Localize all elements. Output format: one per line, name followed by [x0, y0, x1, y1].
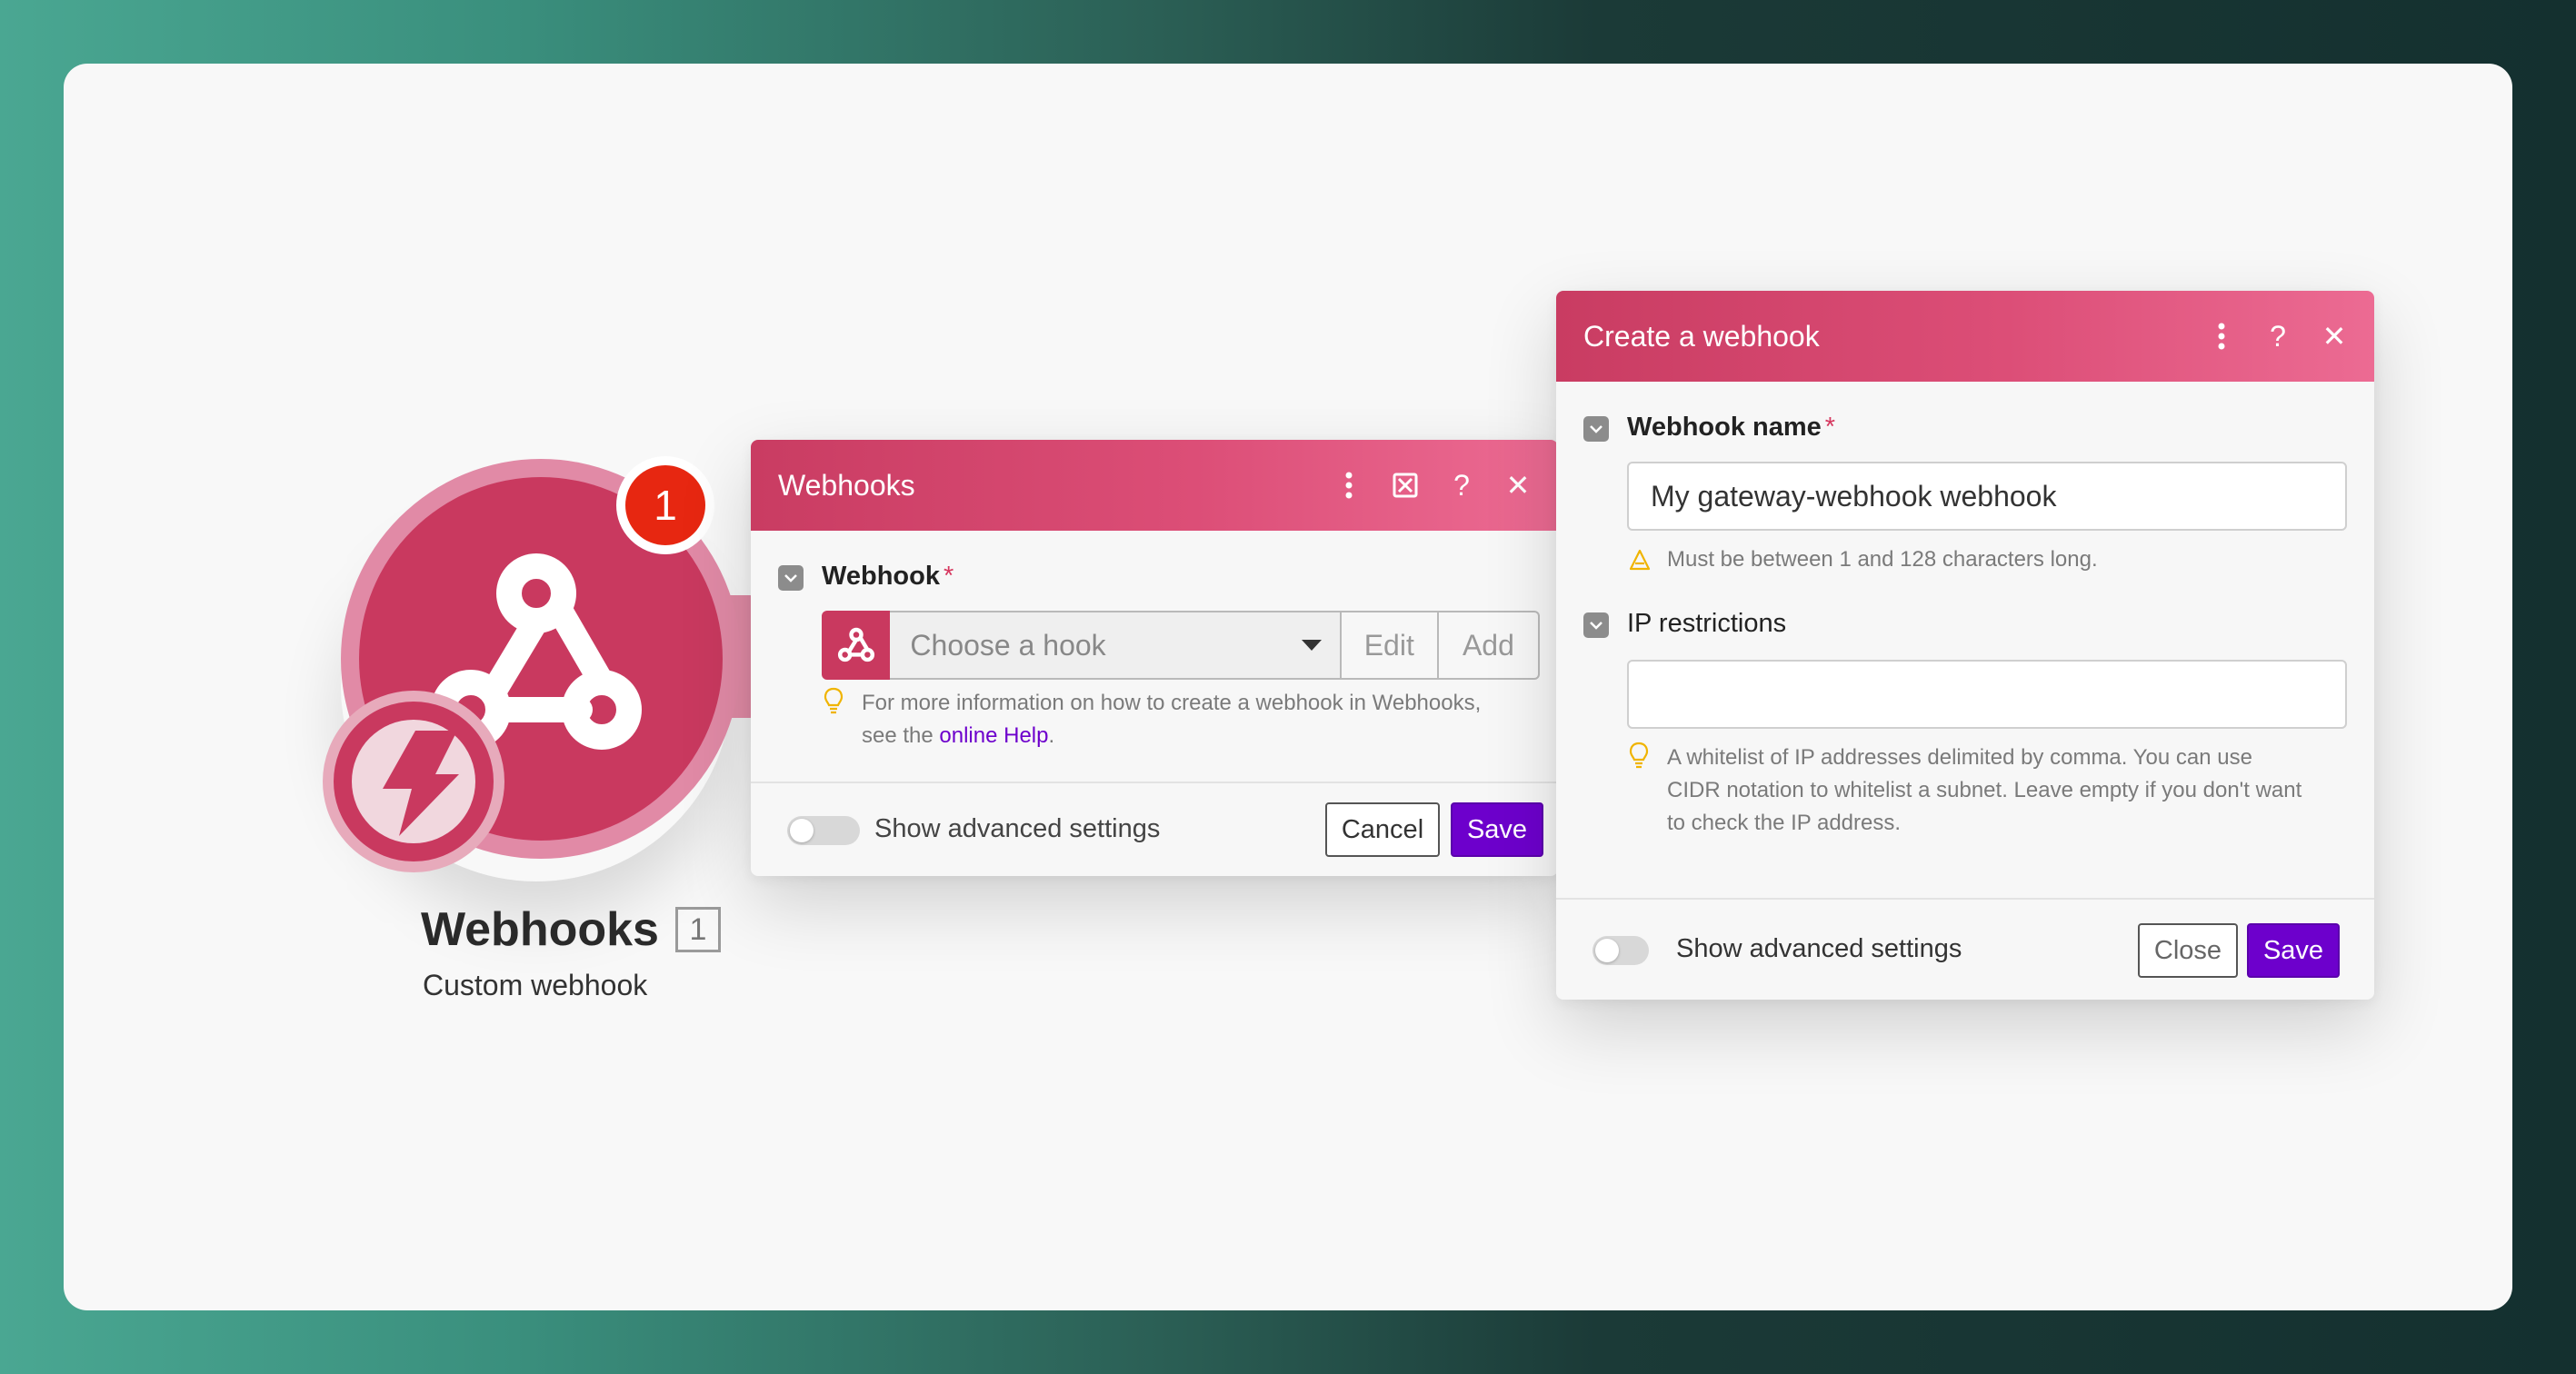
hook-select[interactable]: Choose a hook	[890, 611, 1342, 680]
save-button[interactable]: Save	[2247, 923, 2340, 978]
dialog-header: Webhooks ? ✕	[751, 440, 1558, 531]
webhook-name-input[interactable]: My gateway-webhook webhook	[1627, 462, 2347, 531]
lightbulb-icon	[1629, 742, 1649, 769]
close-button[interactable]: Close	[2138, 923, 2238, 978]
webhook-hint: For more information on how to create a …	[862, 691, 1482, 748]
ip-restrictions-input[interactable]	[1627, 660, 2347, 729]
notification-badge: 1	[616, 456, 714, 554]
webhook-field-label: Webhook *	[822, 562, 954, 591]
footer-divider	[1556, 898, 2374, 900]
webhooks-dialog: Webhooks ? ✕ Webhook * Choose a hook Edi…	[751, 440, 1558, 876]
module-subtitle: Custom webhook	[423, 969, 648, 1001]
collapse-toggle-icon[interactable]	[1583, 612, 1609, 638]
create-webhook-dialog: Create a webhook ? ✕ Webhook name * My ga…	[1556, 291, 2374, 1000]
maximize-icon[interactable]	[1391, 471, 1420, 500]
toggle-knob	[790, 819, 814, 842]
lightbulb-icon	[824, 687, 844, 714]
module-id-box: 1	[675, 907, 721, 952]
hook-select-placeholder: Choose a hook	[910, 628, 1106, 662]
ip-restrictions-label: IP restrictions	[1627, 609, 1787, 638]
advanced-settings-label: Show advanced settings	[874, 814, 1161, 843]
collapse-toggle-icon[interactable]	[778, 565, 804, 591]
webhook-name-label: Webhook name *	[1627, 413, 1836, 442]
online-help-link[interactable]: online Help	[939, 723, 1048, 748]
warning-icon	[1629, 549, 1651, 571]
chevron-down-icon	[1301, 640, 1322, 651]
module-title: Webhooks	[421, 903, 659, 956]
add-hook-button[interactable]: Add	[1438, 611, 1540, 680]
dialog-title: Create a webhook	[1583, 319, 1820, 353]
toggle-knob	[1595, 939, 1619, 962]
more-options-icon[interactable]	[1334, 471, 1363, 500]
footer-divider	[751, 782, 1558, 783]
edit-hook-button[interactable]: Edit	[1341, 611, 1439, 680]
instant-trigger-badge	[323, 691, 504, 872]
more-options-icon[interactable]	[2207, 322, 2236, 351]
webhook-name-hint: Must be between 1 and 128 characters lon…	[1667, 547, 2098, 572]
help-icon[interactable]: ?	[2263, 320, 2292, 353]
advanced-settings-toggle[interactable]	[787, 816, 860, 845]
ip-restrictions-hint: A whitelist of IP addresses delimited by…	[1667, 745, 2302, 835]
dialog-header: Create a webhook ? ✕	[1556, 291, 2374, 382]
help-icon[interactable]: ?	[1447, 469, 1476, 502]
dialog-title: Webhooks	[778, 468, 915, 502]
advanced-settings-toggle[interactable]	[1593, 936, 1649, 965]
webhook-select-group: Choose a hook Edit Add	[822, 611, 1540, 680]
save-button[interactable]: Save	[1451, 802, 1543, 857]
close-icon[interactable]: ✕	[2320, 320, 2349, 353]
close-icon[interactable]: ✕	[1503, 469, 1533, 502]
lightning-icon	[383, 731, 459, 836]
collapse-toggle-icon[interactable]	[1583, 416, 1609, 442]
webhook-app-icon	[822, 611, 891, 680]
cancel-button[interactable]: Cancel	[1325, 802, 1440, 857]
advanced-settings-label: Show advanced settings	[1676, 934, 1962, 963]
